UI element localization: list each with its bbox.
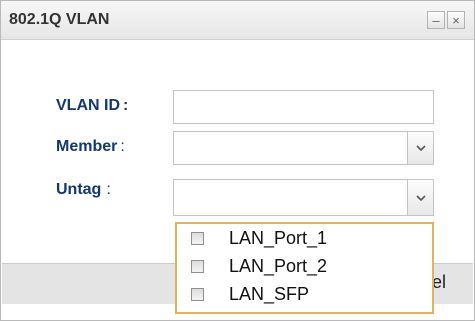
member-label-text: Member xyxy=(56,138,118,155)
untag-dropdown-button[interactable] xyxy=(407,180,433,215)
dialog-title: 802.1Q VLAN xyxy=(9,11,110,28)
member-colon: : xyxy=(120,138,125,155)
member-label: Member: xyxy=(56,138,125,156)
vlan-id-label: VLAN ID: xyxy=(56,97,128,115)
untag-colon: : xyxy=(106,181,111,198)
untag-option-lan-sfp[interactable]: LAN_SFP xyxy=(191,283,421,307)
lan-port-1-label: LAN_Port_1 xyxy=(229,228,328,248)
lan-port-2-label: LAN_Port_2 xyxy=(229,256,328,276)
minimize-icon[interactable]: – xyxy=(427,11,445,29)
vlan-id-colon: : xyxy=(123,97,129,114)
untag-label: Untag: xyxy=(56,181,111,199)
chevron-down-icon xyxy=(416,145,426,152)
vlan-id-input[interactable] xyxy=(173,90,434,124)
chevron-down-icon xyxy=(416,195,426,202)
untag-label-text: Untag xyxy=(56,181,102,198)
untag-options-list: LAN_Port_1 LAN_Port_2 LAN_SFP xyxy=(175,222,434,314)
lan-sfp-checkbox[interactable] xyxy=(191,288,204,301)
lan-sfp-label: LAN_SFP xyxy=(229,284,310,304)
untag-select[interactable] xyxy=(173,179,434,216)
untag-option-lan-port-1[interactable]: LAN_Port_1 xyxy=(191,227,421,251)
dialog-titlebar: 802.1Q VLAN – × xyxy=(1,1,474,40)
untag-option-lan-port-2[interactable]: LAN_Port_2 xyxy=(191,255,421,279)
lan-port-2-checkbox[interactable] xyxy=(191,260,204,273)
cancel-button[interactable]: el xyxy=(432,272,472,300)
member-select[interactable] xyxy=(173,131,434,165)
lan-port-1-checkbox[interactable] xyxy=(191,232,204,245)
vlan-id-label-text: VLAN ID xyxy=(56,97,120,114)
member-dropdown-button[interactable] xyxy=(407,132,433,164)
close-icon[interactable]: × xyxy=(447,11,465,29)
